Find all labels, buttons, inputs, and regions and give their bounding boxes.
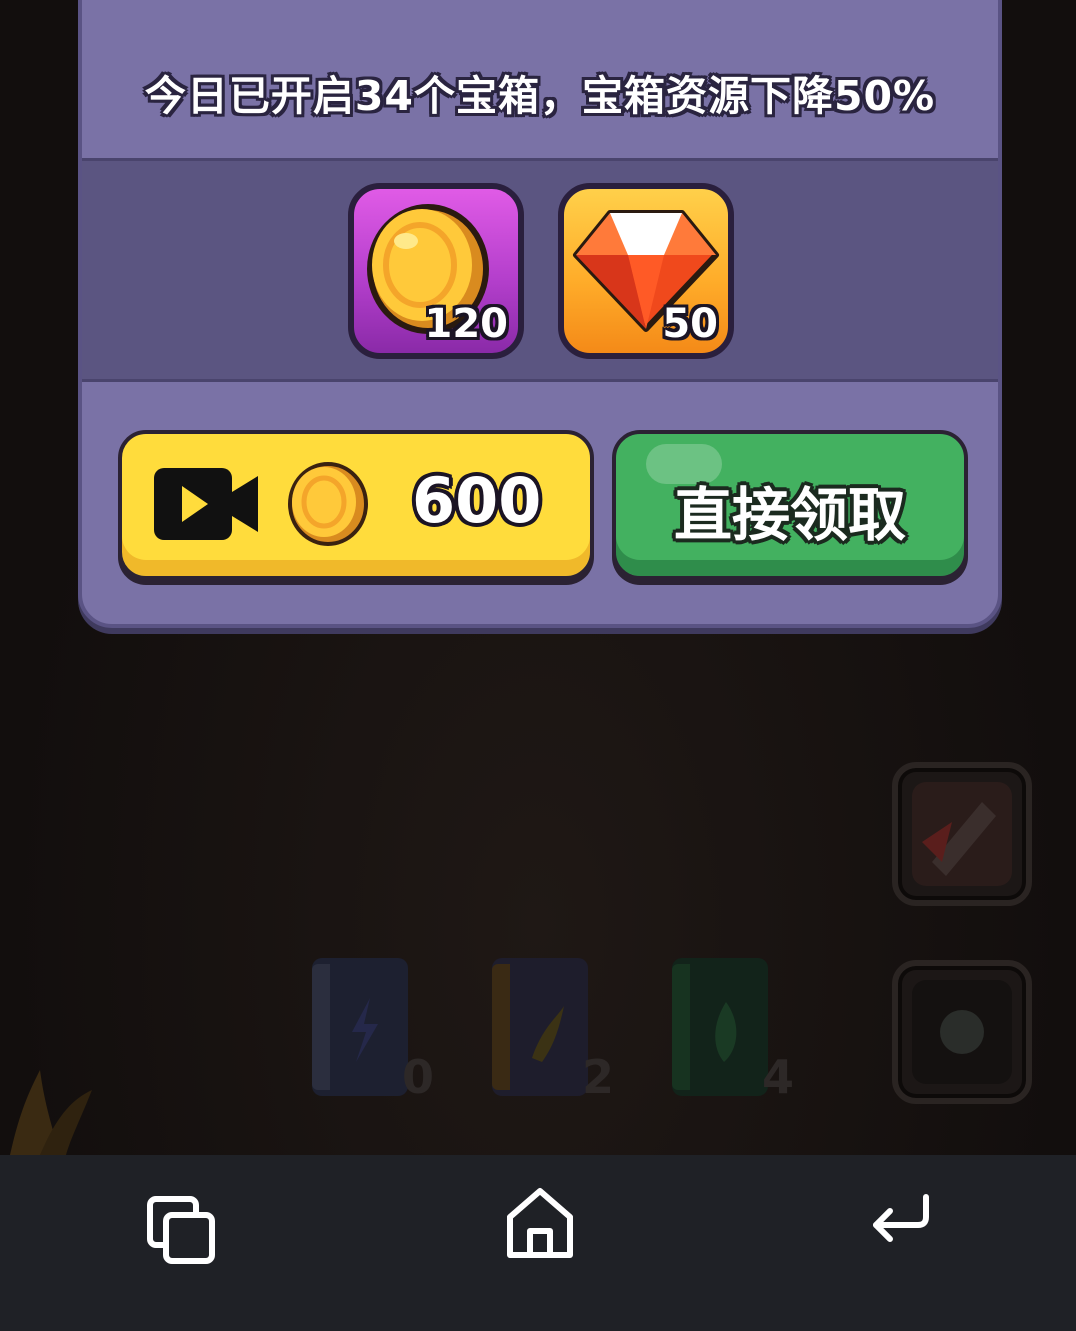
back-icon xyxy=(873,1194,929,1242)
recent-apps-icon xyxy=(147,1196,215,1264)
side-orb-button[interactable] xyxy=(892,960,1032,1104)
book-count-2: 2 xyxy=(582,1050,615,1104)
book-item-1[interactable] xyxy=(312,958,408,1096)
book-count-3: 4 xyxy=(762,1050,795,1104)
leaf-icon xyxy=(715,1002,737,1062)
video-camera-icon xyxy=(154,468,258,540)
daily-chest-notice: 今日已开启34个宝箱，宝箱资源下降50% xyxy=(144,72,936,120)
back-button[interactable] xyxy=(850,1171,950,1271)
reward-coin-tile: 120 xyxy=(348,183,524,359)
coin-icon xyxy=(288,462,368,546)
watch-ad-claim-button[interactable]: 600 xyxy=(118,430,594,580)
book-item-3[interactable] xyxy=(672,958,768,1096)
claim-directly-label: 直接领取 xyxy=(673,481,906,549)
reward-gem-tile: 50 xyxy=(558,183,734,359)
wing-icon xyxy=(532,1006,564,1062)
orb-icon xyxy=(912,980,1012,1084)
reward-list: 120 50 xyxy=(82,158,998,382)
claim-directly-button[interactable]: 直接领取 xyxy=(612,430,968,580)
book-item-2[interactable] xyxy=(492,958,588,1096)
plant-decoration-icon xyxy=(10,1070,92,1155)
reward-gem-amount: 50 xyxy=(662,301,718,347)
book-count-1: 0 xyxy=(402,1050,435,1104)
ad-claim-coin-amount: 600 xyxy=(412,464,542,537)
reward-coin-amount: 120 xyxy=(424,301,509,347)
game-screen: 0 2 4 今日已开启34个宝箱，宝箱资源下降50% 120 50 600 直接… xyxy=(0,0,1076,1331)
side-skill-button[interactable] xyxy=(892,762,1032,906)
recent-apps-button[interactable] xyxy=(130,1171,230,1271)
chest-reward-popup: 今日已开启34个宝箱，宝箱资源下降50% 120 50 600 直接领取 xyxy=(78,0,1002,628)
home-button[interactable] xyxy=(490,1171,590,1271)
system-navigation-bar xyxy=(0,1155,1076,1331)
home-icon xyxy=(507,1188,573,1258)
skill-icon xyxy=(912,782,1012,886)
lightning-icon xyxy=(352,998,378,1062)
